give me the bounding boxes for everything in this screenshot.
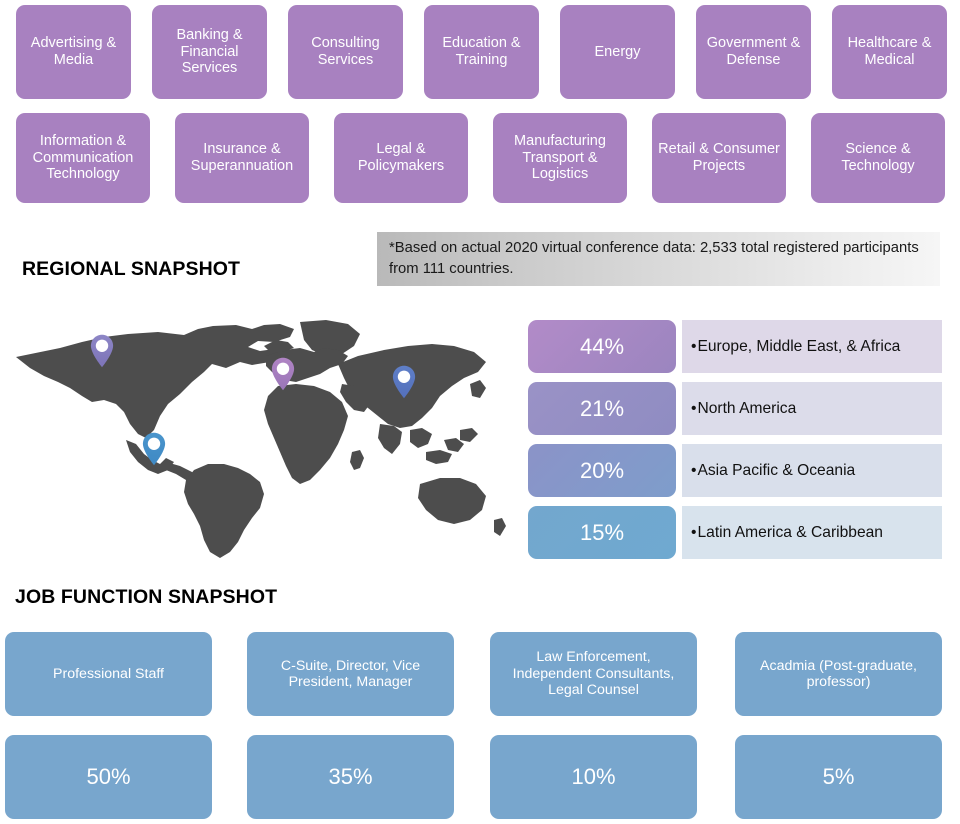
- regional-row: 44% • Europe, Middle East, & Africa: [528, 320, 942, 373]
- industry-card: Insurance & Superannuation: [175, 113, 309, 203]
- data-source-note: *Based on actual 2020 virtual conference…: [377, 232, 940, 286]
- job-function-card: Acadmia (Post-graduate, professor): [735, 632, 942, 716]
- job-function-percentage: 10%: [490, 735, 697, 819]
- industry-card: Healthcare & Medical: [832, 5, 947, 99]
- bullet-icon: •: [691, 461, 697, 479]
- regional-label-text: North America: [697, 399, 797, 417]
- job-function-card: C-Suite, Director, Vice President, Manag…: [247, 632, 454, 716]
- industry-card: Education & Training: [424, 5, 539, 99]
- regional-label: • North America: [682, 382, 942, 435]
- bullet-icon: •: [691, 399, 697, 417]
- job-function-percentage: 35%: [247, 735, 454, 819]
- industry-card: Government & Defense: [696, 5, 811, 99]
- regional-label-text: Latin America & Caribbean: [697, 523, 883, 541]
- regional-label: • Latin America & Caribbean: [682, 506, 942, 559]
- regional-label-text: Asia Pacific & Oceania: [697, 461, 856, 479]
- job-function-snapshot-heading: JOB FUNCTION SNAPSHOT: [15, 586, 278, 608]
- job-function-percentage: 5%: [735, 735, 942, 819]
- job-function-card: Law Enforcement, Independent Consultants…: [490, 632, 697, 716]
- world-map: [8, 312, 508, 570]
- industry-card: Banking & Financial Services: [152, 5, 267, 99]
- regional-label-text: Europe, Middle East, & Africa: [697, 337, 901, 355]
- industry-card: Science & Technology: [811, 113, 945, 203]
- job-function-card: Professional Staff: [5, 632, 212, 716]
- industry-card: Consulting Services: [288, 5, 403, 99]
- industry-card: Legal & Policymakers: [334, 113, 468, 203]
- industry-card: Manufacturing Transport & Logistics: [493, 113, 627, 203]
- regional-snapshot-heading: REGIONAL SNAPSHOT: [22, 258, 241, 280]
- regional-row: 15% • Latin America & Caribbean: [528, 506, 942, 559]
- bullet-icon: •: [691, 523, 697, 541]
- regional-percentage: 44%: [528, 320, 676, 373]
- regional-label: • Asia Pacific & Oceania: [682, 444, 942, 497]
- map-pin-latin-america: [142, 432, 166, 466]
- regional-percentage: 20%: [528, 444, 676, 497]
- regional-percentage: 21%: [528, 382, 676, 435]
- industry-card: Energy: [560, 5, 675, 99]
- regional-row: 21% • North America: [528, 382, 942, 435]
- industry-card: Information & Communication Technology: [16, 113, 150, 203]
- data-source-note-text: *Based on actual 2020 virtual conference…: [389, 240, 919, 277]
- industry-card: Advertising & Media: [16, 5, 131, 99]
- regional-row: 20% • Asia Pacific & Oceania: [528, 444, 942, 497]
- map-pin-north-america: [90, 334, 114, 368]
- industry-card: Retail & Consumer Projects: [652, 113, 786, 203]
- map-pin-asia-pacific: [392, 365, 416, 399]
- bullet-icon: •: [691, 337, 697, 355]
- job-function-percentage: 50%: [5, 735, 212, 819]
- regional-label: • Europe, Middle East, & Africa: [682, 320, 942, 373]
- map-pin-europe: [271, 357, 295, 391]
- regional-percentage: 15%: [528, 506, 676, 559]
